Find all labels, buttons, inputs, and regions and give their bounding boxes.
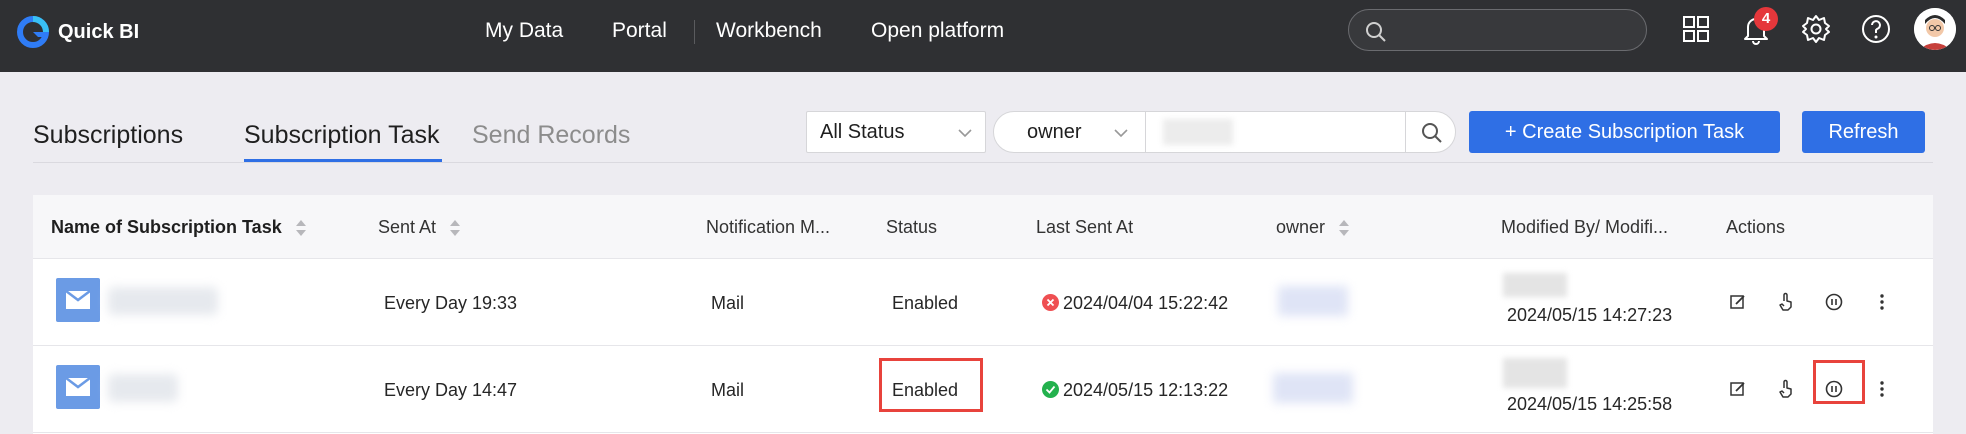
error-status-icon (1042, 294, 1059, 311)
sort-icon[interactable] (1338, 218, 1350, 238)
column-header-label: Sent At (378, 217, 437, 237)
tab-subscription-task[interactable]: Subscription Task (244, 119, 439, 151)
sent-at-cell: Every Day 14:47 (384, 380, 518, 400)
chevron-down-icon (1114, 129, 1128, 138)
last-sent-at-value: 2024/05/15 12:13:22 (1063, 380, 1229, 400)
help-icon[interactable] (1860, 13, 1892, 45)
column-header-owner[interactable]: owner (1276, 216, 1350, 238)
status-cell: Enabled (892, 293, 959, 313)
subscription-task-table: Name of Subscription Task Sent At Notifi… (33, 195, 1933, 434)
mail-icon (56, 365, 100, 409)
nav-portal[interactable]: Portal (612, 18, 667, 44)
nav-workbench[interactable]: Workbench (716, 18, 822, 44)
table-row: Every Day 19:33 Mail Enabled 2024/04/04 … (33, 259, 1933, 346)
redacted-task-name[interactable] (108, 374, 178, 402)
owner-search-input[interactable] (1146, 112, 1405, 152)
sort-icon[interactable] (295, 218, 307, 238)
last-sent-at-value: 2024/04/04 15:22:42 (1063, 293, 1229, 313)
redacted-owner-value (1163, 119, 1233, 145)
user-avatar[interactable] (1914, 8, 1956, 50)
last-sent-at-cell: 2024/04/04 15:22:42 (1042, 292, 1228, 314)
notification-badge: 4 (1754, 7, 1778, 31)
edit-icon[interactable] (1728, 379, 1748, 399)
nav-open-platform[interactable]: Open platform (871, 18, 1004, 44)
status-highlight-box (879, 358, 983, 412)
modified-at-cell: 2024/05/15 14:25:58 (1507, 394, 1673, 414)
owner-filter-value: owner (1027, 121, 1082, 143)
send-now-icon[interactable] (1776, 379, 1796, 399)
redacted-task-name[interactable] (108, 287, 218, 315)
last-sent-at-cell: 2024/05/15 12:13:22 (1042, 379, 1228, 401)
modified-at-cell: 2024/05/15 14:27:23 (1507, 305, 1673, 325)
tabs-divider (33, 162, 1933, 163)
notification-cell: Mail (711, 293, 745, 313)
column-header-last-sent-at: Last Sent At (1036, 217, 1134, 237)
owner-filter-select[interactable]: owner (994, 112, 1146, 152)
global-search-input[interactable] (1348, 9, 1647, 51)
search-icon (1366, 22, 1386, 42)
create-subscription-task-button[interactable]: + Create Subscription Task (1469, 111, 1780, 153)
pause-highlight-box (1813, 360, 1865, 404)
gear-icon[interactable] (1800, 13, 1832, 45)
status-filter-select[interactable]: All Status (806, 111, 986, 153)
owner-search-group: owner (993, 111, 1456, 153)
status-filter-value: All Status (820, 121, 905, 143)
search-icon (1422, 123, 1442, 143)
refresh-button[interactable]: Refresh (1802, 111, 1925, 153)
notification-cell: Mail (711, 380, 745, 400)
column-header-actions: Actions (1726, 217, 1786, 237)
column-header-status: Status (886, 217, 938, 237)
sort-icon[interactable] (449, 218, 461, 238)
more-options-icon[interactable] (1872, 292, 1892, 312)
table-row: Every Day 14:47 Mail Enabled 2024/05/15 … (33, 346, 1933, 433)
mail-icon (56, 278, 100, 322)
sent-at-cell: Every Day 19:33 (384, 293, 518, 313)
logo-text: Quick BI (58, 20, 140, 43)
owner-search-button[interactable] (1405, 112, 1455, 152)
column-header-label: Name of Subscription Task (51, 217, 282, 237)
column-header-notification: Notification M... (706, 217, 831, 237)
chevron-down-icon (958, 129, 972, 138)
table-header: Name of Subscription Task Sent At Notifi… (33, 195, 1933, 259)
pause-icon[interactable] (1824, 292, 1844, 312)
send-now-icon[interactable] (1776, 292, 1796, 312)
tab-send-records[interactable]: Send Records (472, 119, 630, 151)
nav-my-data[interactable]: My Data (485, 18, 563, 44)
page-title: Subscriptions (33, 121, 184, 149)
redacted-modified-by (1503, 273, 1567, 297)
avatar-face-icon (1914, 8, 1956, 50)
top-nav-bar: Quick BI My Data Portal Workbench Open p… (0, 0, 1966, 72)
more-options-icon[interactable] (1872, 379, 1892, 399)
redacted-modified-by (1503, 358, 1567, 388)
column-header-modified: Modified By/ Modifi... (1501, 217, 1669, 237)
edit-icon[interactable] (1728, 292, 1748, 312)
apps-grid-icon[interactable] (1680, 13, 1712, 45)
redacted-owner (1278, 286, 1348, 316)
column-header-name[interactable]: Name of Subscription Task (51, 216, 307, 238)
column-header-sent-at[interactable]: Sent At (378, 216, 461, 238)
column-header-label: owner (1276, 217, 1326, 237)
quick-bi-logo[interactable]: Quick BI (16, 14, 139, 50)
nav-separator (694, 20, 695, 44)
quick-bi-logo-icon (17, 16, 49, 48)
success-status-icon (1042, 381, 1059, 398)
redacted-owner (1273, 373, 1353, 403)
